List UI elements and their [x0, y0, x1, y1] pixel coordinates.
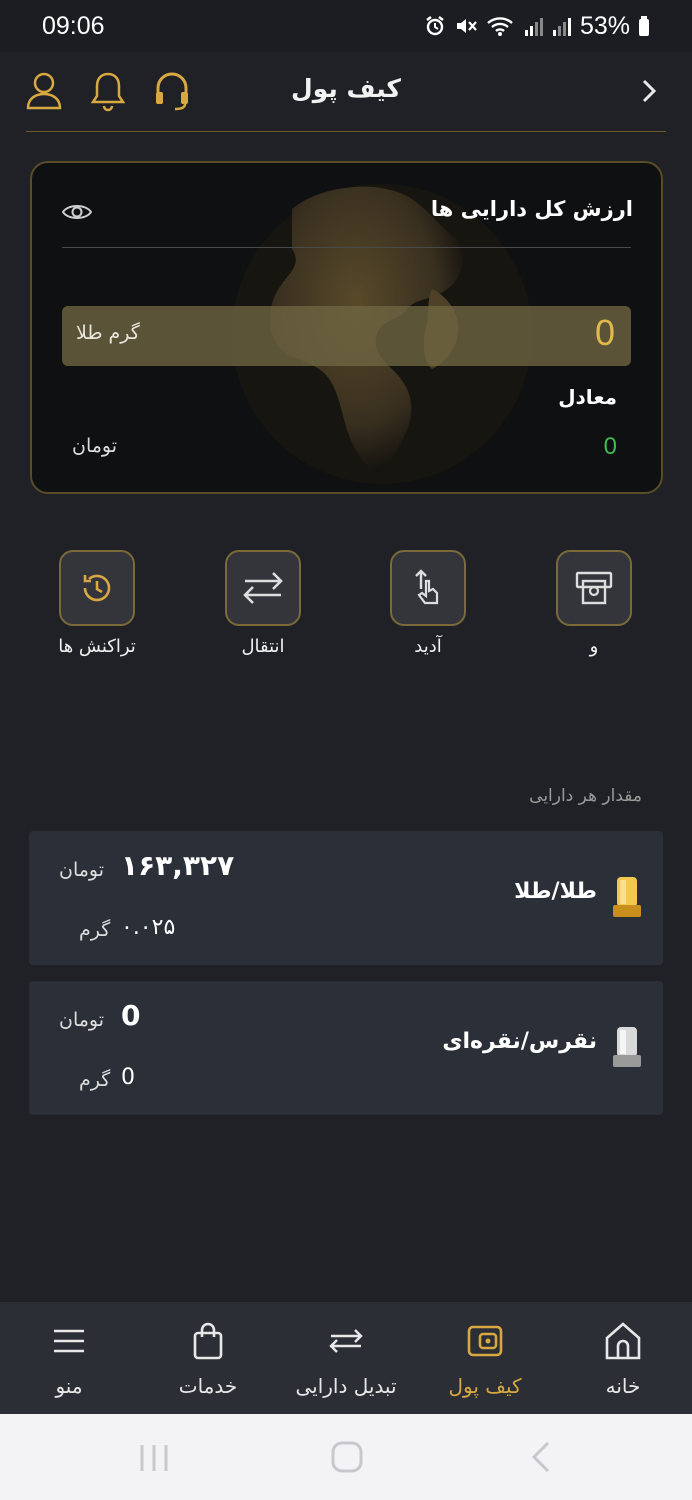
nav-label: خدمات — [178, 1374, 238, 1398]
silver-bar-icon — [613, 1027, 641, 1067]
asset-name: طلا/طلا — [514, 879, 597, 904]
action-deposit[interactable]: و — [524, 550, 664, 657]
nav-menu[interactable]: منو — [0, 1320, 138, 1398]
action-label: تراکنش ها — [58, 636, 136, 657]
menu-icon — [54, 1329, 84, 1353]
quick-actions: و آدید انتقال تراکنش ها — [0, 550, 692, 670]
signal-icon — [524, 18, 543, 36]
asset-gram-unit: گرم — [79, 919, 111, 941]
withdraw-button[interactable] — [390, 550, 466, 626]
status-bar: 09:06 53% — [0, 0, 692, 52]
nav-services[interactable]: خدمات — [139, 1320, 277, 1398]
recent-apps-icon[interactable] — [138, 1442, 170, 1474]
action-label: انتقال — [241, 636, 285, 657]
battery-level: 53% — [579, 11, 630, 40]
home-icon — [605, 1322, 641, 1360]
total-assets-card: ارزش کل دارایی ها 0 گرم طلا معادل 0 توما… — [30, 161, 663, 494]
nav-home[interactable]: خانه — [554, 1320, 692, 1398]
nav-label: منو — [55, 1374, 83, 1398]
deposit-icon — [575, 571, 613, 605]
equivalent-label: معادل — [558, 385, 617, 409]
asset-toman-value: 0 — [121, 999, 141, 1032]
system-nav-bar — [0, 1414, 692, 1500]
back-chevron-icon[interactable] — [640, 78, 658, 104]
asset-grams: ۰.۰۲۵ — [121, 915, 176, 940]
asset-toman-unit: تومان — [59, 1009, 105, 1031]
wallet-icon — [467, 1325, 503, 1357]
transfer-button[interactable] — [225, 550, 301, 626]
action-label: آدید — [414, 636, 442, 657]
nav-exchange[interactable]: تبدیل دارایی — [277, 1320, 415, 1398]
toman-total-unit: تومان — [72, 435, 118, 457]
gold-total-amount: 0 — [594, 312, 615, 353]
bottom-nav: خانه کیف پول تبدیل دارایی خدمات منو — [0, 1302, 692, 1414]
action-withdraw[interactable]: آدید — [358, 550, 498, 657]
nav-wallet[interactable]: کیف پول — [416, 1320, 554, 1398]
action-transfer[interactable]: انتقال — [193, 550, 333, 657]
status-icons: 53% — [424, 12, 650, 41]
app-header: کیف پول — [26, 52, 666, 132]
total-assets-title: ارزش کل دارایی ها — [430, 197, 633, 221]
asset-grams: 0 — [121, 1065, 135, 1090]
shopping-bag-icon — [193, 1322, 223, 1360]
eye-icon[interactable] — [62, 201, 92, 223]
asset-gram-unit: گرم — [79, 1069, 111, 1091]
gold-bar-icon — [613, 877, 641, 917]
signal-icon-2 — [552, 18, 571, 36]
nav-label: کیف پول — [448, 1374, 522, 1398]
history-icon — [83, 574, 111, 602]
assets-section-label: مقدار هر دارایی — [529, 786, 642, 806]
card-divider — [62, 247, 631, 248]
history-button[interactable] — [59, 550, 135, 626]
alarm-icon — [426, 16, 444, 36]
back-icon[interactable] — [528, 1440, 554, 1474]
wifi-icon — [487, 17, 513, 36]
page-title: کیف پول — [291, 74, 401, 103]
deposit-button[interactable] — [556, 550, 632, 626]
battery-icon — [639, 16, 649, 36]
gold-total-unit: گرم طلا — [76, 322, 140, 344]
mute-icon — [456, 19, 477, 33]
asset-row-silver[interactable]: نقرس/نقره‌ای 0 تومان 0 گرم — [29, 981, 663, 1115]
nav-label: خانه — [605, 1374, 641, 1398]
home-button-icon[interactable] — [330, 1440, 364, 1474]
asset-name: نقرس/نقره‌ای — [442, 1029, 597, 1054]
asset-toman-unit: تومان — [59, 859, 105, 881]
asset-row-gold[interactable]: طلا/طلا ۱۶۳,۳۲۷ تومان ۰.۰۲۵ گرم — [29, 831, 663, 965]
nav-label: تبدیل دارایی — [295, 1374, 397, 1398]
gold-total-bar: 0 گرم طلا — [62, 306, 631, 366]
transfer-icon — [243, 572, 283, 604]
asset-toman-value: ۱۶۳,۳۲۷ — [121, 849, 235, 882]
toman-total-value: 0 — [603, 433, 617, 460]
withdraw-icon — [415, 569, 439, 605]
action-label: و — [589, 636, 599, 657]
status-time: 09:06 — [42, 11, 105, 40]
action-history[interactable]: تراکنش ها — [27, 550, 167, 657]
exchange-icon — [329, 1329, 363, 1353]
